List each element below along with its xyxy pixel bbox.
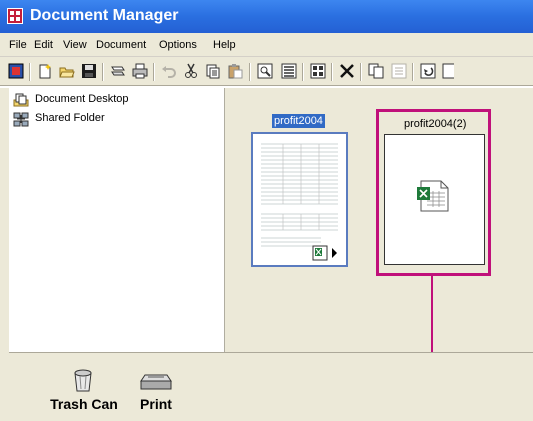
trash-can-label: Trash Can — [50, 396, 118, 412]
new-icon[interactable] — [37, 63, 53, 79]
tree-item-label: Document Desktop — [35, 93, 129, 105]
trash-can-icon — [74, 369, 92, 392]
document-thumbnail[interactable] — [384, 134, 485, 265]
window-left-edge — [0, 88, 9, 421]
menu-view[interactable]: View — [63, 39, 87, 51]
print-label: Print — [140, 396, 172, 412]
trash-can-button[interactable]: Trash Can — [46, 367, 122, 412]
menu-document[interactable]: Document — [96, 39, 146, 51]
print-setup-icon[interactable] — [110, 63, 126, 79]
bottom-bar: Trash Can Print — [9, 352, 533, 421]
properties-icon[interactable] — [391, 63, 407, 79]
menu-options[interactable]: Options — [159, 39, 197, 51]
app-doc-icon[interactable] — [8, 63, 24, 79]
menu-help[interactable]: Help — [213, 39, 236, 51]
menu-edit[interactable]: Edit — [34, 39, 53, 51]
folder-tree: Document Desktop Shared Folder — [9, 88, 225, 352]
menu-bar: File Edit View Document Options Help — [0, 33, 533, 57]
network-folder-icon — [13, 111, 29, 127]
selected-document-frame[interactable]: profit2004(2) — [376, 109, 491, 276]
desktop-icon — [13, 92, 29, 108]
menu-file[interactable]: File — [9, 39, 27, 51]
rotate-icon[interactable] — [420, 63, 436, 79]
delete-icon[interactable] — [339, 63, 355, 79]
open-icon[interactable] — [59, 63, 75, 79]
printer-icon — [140, 374, 172, 390]
print-button[interactable]: Print — [131, 367, 181, 412]
document-thumbnail[interactable] — [251, 132, 348, 267]
zoom-icon[interactable] — [257, 63, 273, 79]
print-icon[interactable] — [132, 63, 148, 79]
details-view-icon[interactable] — [281, 63, 297, 79]
document-label[interactable]: profit2004(2) — [404, 118, 466, 130]
undo-icon[interactable] — [161, 63, 177, 79]
save-icon[interactable] — [81, 63, 97, 79]
tree-item-label: Shared Folder — [35, 112, 105, 124]
copy-icon[interactable] — [205, 63, 221, 79]
document-desktop-area[interactable]: profit2004 profit2004(2) — [225, 88, 533, 352]
toolbar — [0, 57, 533, 86]
title-bar[interactable]: Document Manager — [0, 0, 533, 33]
excel-file-icon — [417, 180, 449, 212]
next-tool-icon[interactable] — [442, 63, 454, 79]
spreadsheet-preview — [261, 143, 338, 261]
thumbnails-view-icon[interactable] — [310, 63, 326, 79]
cut-icon[interactable] — [183, 63, 199, 79]
document-label[interactable]: profit2004 — [272, 114, 325, 128]
paste-icon[interactable] — [227, 63, 243, 79]
duplicate-icon[interactable] — [368, 63, 384, 79]
window-title: Document Manager — [30, 7, 179, 24]
app-icon[interactable] — [7, 8, 23, 24]
